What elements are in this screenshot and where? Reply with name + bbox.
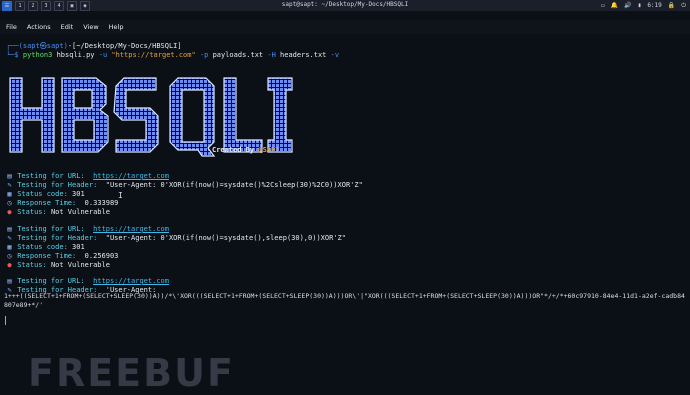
timer-icon: ◷: [7, 252, 12, 260]
response-label: Response Time:: [17, 252, 77, 260]
vuln-label: Status:: [17, 261, 47, 269]
command-line: └─$ python3 hbsqli.py -u "https://target…: [6, 51, 340, 59]
cmd-flag-p: -p: [199, 51, 209, 59]
menu-file[interactable]: File: [6, 23, 17, 31]
credit-prefix: Created By: [212, 146, 259, 154]
battery-icon[interactable]: ▮: [638, 2, 642, 9]
header-value: "User-Agent: 0'XOR(if(now()=sysdate()%2C…: [105, 181, 363, 189]
url-link[interactable]: https://target.com: [93, 277, 169, 285]
cmd-flag-h: -H: [267, 51, 276, 59]
cmd-python: python3: [22, 51, 53, 59]
status-label: Status code:: [17, 243, 68, 251]
terminal-output[interactable]: ┌──(sapt㉿sapt)-[~/Desktop/My-Docs/HBSQLI…: [0, 36, 690, 395]
block2-url-line: ▤ Testing for URL: https://target.com: [6, 225, 169, 234]
volume-icon[interactable]: 🔊: [624, 2, 631, 9]
notification-icon[interactable]: 🔔: [611, 2, 618, 9]
chart-icon: ▦: [7, 243, 12, 251]
cmd-headers: headers.txt: [280, 51, 327, 59]
block2-header-line: ✎ Testing for Header: "User-Agent: 0'XOR…: [6, 234, 346, 243]
doc-icon: ▤: [7, 225, 12, 233]
prompt-line: ┌──(sapt㉿sapt)-[~/Desktop/My-Docs/HBSQLI…: [6, 42, 182, 50]
block1-status-line: ▦ Status code: 301: [6, 190, 85, 199]
block3-url-line: ▤ Testing for URL: https://target.com: [6, 277, 169, 286]
url-label: Testing for URL:: [17, 277, 85, 285]
pencil-icon: ✎: [7, 181, 12, 189]
chart-icon: ▦: [7, 190, 12, 198]
url-link[interactable]: https://target.com: [93, 225, 169, 233]
header-label: Testing for Header:: [17, 234, 98, 242]
block1-response-line: ◷ Response Time: 0.333989: [6, 199, 118, 208]
cmd-script: hbsqli.py: [56, 51, 95, 59]
response-label: Response Time:: [17, 199, 77, 207]
window-title: sapt@sapt: ~/Desktop/My-Docs/HBSQLI: [281, 1, 409, 8]
status-value: 301: [72, 190, 85, 198]
tray: ▭ 🔔 🔊 ▮ 6:19 🔒 ⏻: [601, 0, 686, 11]
status-label: Status code:: [17, 190, 68, 198]
freebuf-watermark: FREEBUF: [28, 351, 235, 395]
workspace-1[interactable]: 1: [15, 0, 25, 11]
shield-icon: ●: [7, 261, 12, 269]
workspace-4[interactable]: 4: [54, 0, 64, 11]
vuln-value: Not Vulnerable: [50, 261, 110, 269]
block1-vuln-line: ● Status: Not Vulnerable: [6, 208, 110, 217]
system-top-panel: ☰ 1 2 3 4 ▣ ◉ sapt@sapt: ~/Desktop/My-Do…: [0, 0, 690, 11]
prompt-user: (sapt㉿sapt): [18, 42, 68, 50]
url-link[interactable]: https://target.com: [93, 172, 169, 180]
vuln-label: Status:: [17, 208, 47, 216]
app-menu-icon[interactable]: ☰: [2, 0, 12, 11]
block2-response-line: ◷ Response Time: 0.256903: [6, 252, 118, 261]
text-cursor-icon: I: [118, 191, 123, 200]
monitor-icon[interactable]: ▭: [601, 2, 605, 9]
menu-help[interactable]: Help: [109, 23, 124, 31]
block2-status-line: ▦ Status code: 301: [6, 243, 85, 252]
payload-text: 1+++((SELECT+1+FROM+(SELECT+SLEEP(30))A)…: [4, 292, 685, 309]
menu-edit[interactable]: Edit: [61, 23, 74, 31]
terminal-menu-bar: File Actions Edit View Help: [0, 20, 690, 34]
url-label: Testing for URL:: [17, 172, 85, 180]
doc-icon: ▤: [7, 277, 12, 285]
response-value: 0.333989: [84, 199, 119, 207]
doc-icon: ▤: [7, 172, 12, 180]
browser-task-icon[interactable]: ◉: [80, 0, 90, 11]
timer-icon: ◷: [7, 199, 12, 207]
block2-vuln-line: ● Status: Not Vulnerable: [6, 261, 110, 270]
cmd-flag-u: -u: [98, 51, 108, 59]
cmd-flag-v: -v: [330, 51, 340, 59]
block1-url-line: ▤ Testing for URL: https://target.com: [6, 172, 169, 181]
menu-view[interactable]: View: [83, 23, 98, 31]
terminal-cursor: [5, 316, 6, 325]
cmd-payloads: payloads.txt: [212, 51, 264, 59]
prompt-path: -[~/Desktop/My-Docs/HBSQLI]: [67, 42, 182, 50]
workspace-2[interactable]: 2: [28, 0, 38, 11]
header-value: "User-Agent: 0'XOR(if(now()=sysdate(),sl…: [105, 234, 346, 242]
hbsqli-ascii-logo: [9, 77, 293, 157]
power-icon[interactable]: ⏻: [681, 2, 686, 10]
cmd-url: "https://target.com": [111, 51, 196, 59]
workspace-3[interactable]: 3: [41, 0, 51, 11]
vuln-value: Not Vulnerable: [50, 208, 110, 216]
block1-header-line: ✎ Testing for Header: "User-Agent: 0'XOR…: [6, 181, 363, 190]
credit-author: @SAPT: [258, 146, 280, 154]
pencil-icon: ✎: [7, 234, 12, 242]
url-label: Testing for URL:: [17, 225, 85, 233]
shield-icon: ●: [7, 208, 12, 216]
status-value: 301: [72, 243, 85, 251]
workspace-switcher: ☰ 1 2 3 4 ▣ ◉: [0, 0, 90, 11]
lock-icon[interactable]: 🔒: [668, 2, 675, 9]
credit-line: Created By @SAPT: [212, 146, 279, 154]
clock[interactable]: 6:19: [647, 2, 661, 9]
terminal-task-icon[interactable]: ▣: [67, 0, 77, 11]
response-value: 0.256903: [84, 252, 119, 260]
menu-actions[interactable]: Actions: [27, 23, 51, 31]
header-label: Testing for Header:: [17, 181, 98, 189]
